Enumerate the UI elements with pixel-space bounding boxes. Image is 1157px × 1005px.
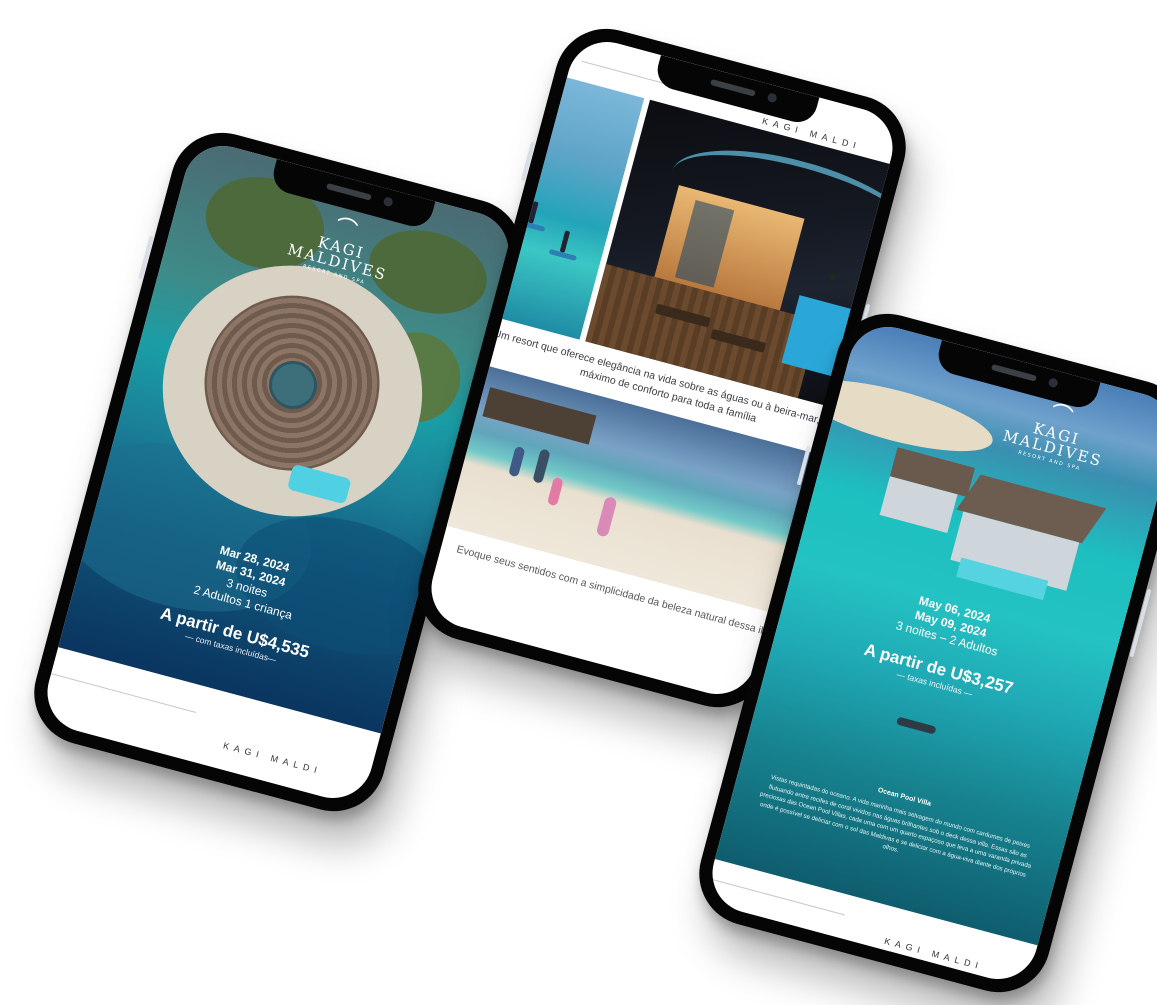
villa-description: Vistas requintadas do oceano. A vida mar… xyxy=(759,773,1032,879)
person-figure xyxy=(532,448,551,484)
paddler xyxy=(528,201,539,224)
phone-side-button xyxy=(138,235,154,280)
speaker-grille xyxy=(990,363,1037,382)
front-camera-icon xyxy=(1047,377,1059,389)
speaker-grille xyxy=(709,78,756,97)
aerial-resort-image: ⌒ KAGI MALDIVES RESORT AND SPA Mar 28, 2… xyxy=(38,137,518,734)
phone-side-button xyxy=(520,141,536,182)
footer-brand: KAGI MALDI xyxy=(222,740,323,777)
front-camera-icon xyxy=(766,92,778,104)
footer-brand: KAGI MALDI xyxy=(883,935,984,972)
paddler xyxy=(559,230,571,253)
footer-divider xyxy=(50,673,197,713)
person-figure xyxy=(595,495,618,538)
phone-screen: ⌒ KAGI MALDIVES RESORT AND SPA Mar 28, 2… xyxy=(38,137,518,807)
swimmer-figure xyxy=(895,716,937,735)
beach-hut xyxy=(482,387,597,445)
front-camera-icon xyxy=(382,196,394,208)
person-figure xyxy=(546,476,564,507)
resort-logo: ⌒ KAGI MALDIVES RESORT AND SPA xyxy=(991,390,1122,479)
phone-side-button xyxy=(1129,588,1152,658)
person-figure xyxy=(508,445,526,478)
speaker-grille xyxy=(325,182,372,201)
palm-tree-icon: ✶ xyxy=(850,279,869,301)
palm-tree-icon: ✶ xyxy=(823,266,841,289)
